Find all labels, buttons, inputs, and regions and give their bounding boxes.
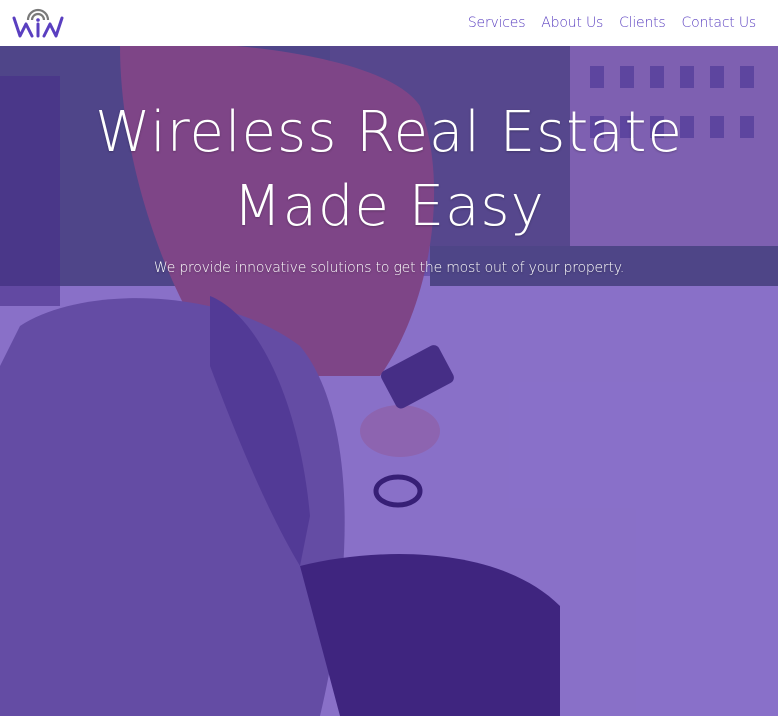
site-logo[interactable] (12, 6, 64, 40)
main-nav: Services About Us Clients Contact Us (468, 15, 756, 31)
nav-link-contact-us[interactable]: Contact Us (682, 15, 757, 31)
nav-link-about-us[interactable]: About Us (541, 15, 603, 31)
nav-link-clients[interactable]: Clients (619, 15, 666, 31)
hero-content: Wireless Real Estate Made Easy We provid… (0, 96, 778, 276)
hero-subtitle: We provide innovative solutions to get t… (153, 260, 625, 276)
wiw-logo-icon (12, 8, 64, 38)
top-navbar: Services About Us Clients Contact Us (0, 0, 778, 46)
hero-title: Wireless Real Estate Made Easy (95, 100, 683, 239)
hero-section: Wireless Real Estate Made Easy We provid… (0, 46, 778, 716)
nav-link-services[interactable]: Services (468, 15, 526, 31)
